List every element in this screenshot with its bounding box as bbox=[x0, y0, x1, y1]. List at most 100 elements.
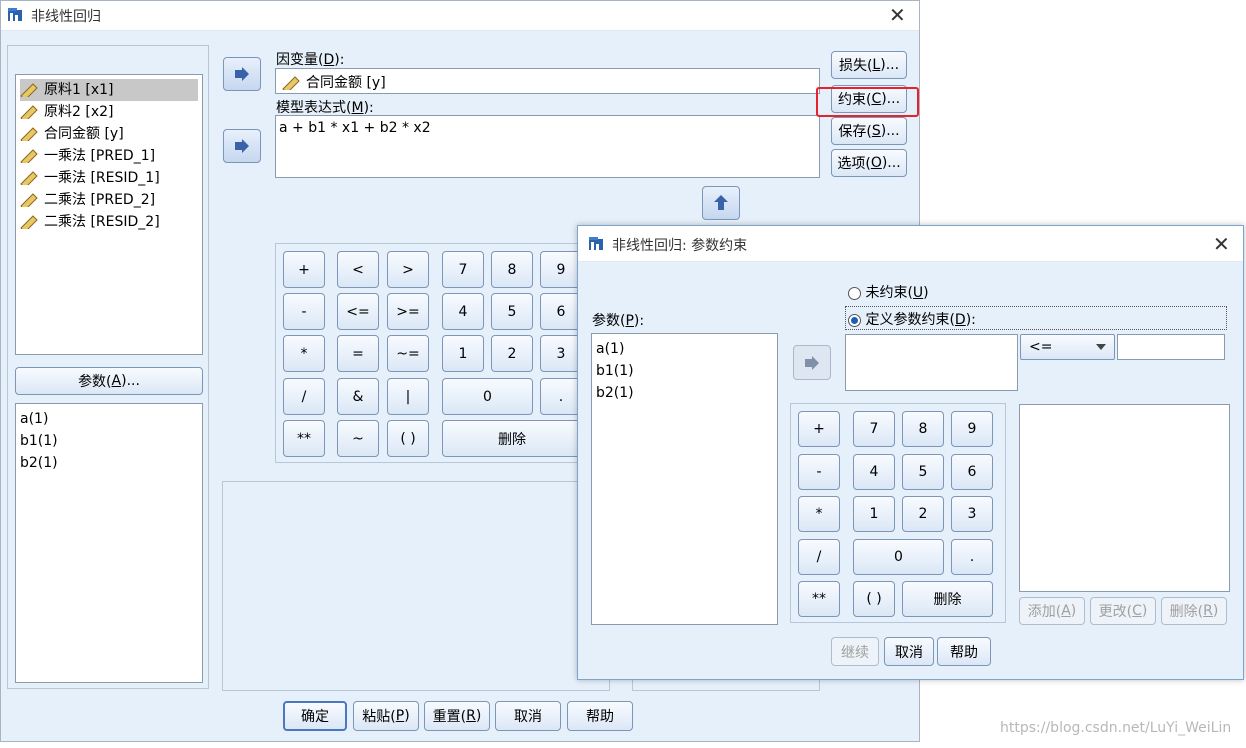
right-arrow-icon bbox=[235, 67, 249, 81]
radio-unconstrained-circle[interactable] bbox=[848, 286, 861, 300]
variable-item[interactable]: 原料2 [x2] bbox=[20, 101, 198, 123]
keypad-key[interactable]: ** bbox=[283, 420, 325, 457]
dialog-cancel-button[interactable]: 取消 bbox=[884, 637, 934, 666]
keypad-key[interactable]: 3 bbox=[540, 335, 582, 372]
keypad-key[interactable]: 2 bbox=[902, 496, 944, 532]
params-button[interactable]: 参数(A)... bbox=[15, 367, 203, 395]
parameter-item[interactable]: a(1) bbox=[20, 408, 198, 430]
constraint-value-input[interactable] bbox=[1117, 334, 1225, 360]
ok-button[interactable]: 确定 bbox=[283, 701, 347, 731]
move-to-dependent-button[interactable] bbox=[223, 57, 261, 91]
main-titlebar: 非线性回归 ✕ bbox=[1, 1, 919, 31]
loss-button[interactable]: 损失(L)... bbox=[831, 51, 907, 79]
radio-define-circle[interactable] bbox=[848, 313, 861, 327]
keypad-key[interactable]: 6 bbox=[540, 293, 582, 330]
keypad-key[interactable]: ** bbox=[798, 581, 840, 617]
variable-item[interactable]: 一乘法 [RESID_1] bbox=[20, 167, 198, 189]
keypad-key[interactable]: * bbox=[283, 335, 325, 372]
continue-button[interactable]: 继续 bbox=[831, 637, 879, 666]
ruler-icon bbox=[20, 215, 38, 229]
variable-label: 合同金额 [y] bbox=[44, 126, 124, 142]
keypad-key[interactable]: 9 bbox=[540, 251, 582, 288]
keypad-key[interactable]: - bbox=[798, 454, 840, 490]
keypad-key[interactable]: 3 bbox=[951, 496, 993, 532]
radio-unconstrained[interactable]: 未约束(U) bbox=[848, 282, 929, 302]
keypad-key[interactable]: 8 bbox=[902, 411, 944, 447]
keypad-key[interactable]: = bbox=[337, 335, 379, 372]
keypad-key[interactable]: 删除 bbox=[442, 420, 582, 457]
variable-item[interactable]: 原料1 [x1] bbox=[20, 79, 198, 101]
keypad-key[interactable]: & bbox=[337, 378, 379, 415]
move-up-button[interactable] bbox=[702, 186, 740, 220]
parameter-item[interactable]: b2(1) bbox=[596, 382, 773, 404]
keypad-key[interactable]: . bbox=[951, 539, 993, 575]
keypad-key[interactable]: 9 bbox=[951, 411, 993, 447]
keypad-key[interactable]: 4 bbox=[442, 293, 484, 330]
move-to-expression-button[interactable] bbox=[223, 129, 261, 163]
keypad-key[interactable]: 1 bbox=[853, 496, 895, 532]
variable-item[interactable]: 二乘法 [RESID_2] bbox=[20, 211, 198, 233]
variable-item[interactable]: 一乘法 [PRED_1] bbox=[20, 145, 198, 167]
variable-item[interactable]: 合同金额 [y] bbox=[20, 123, 198, 145]
parameter-item[interactable]: a(1) bbox=[596, 338, 773, 360]
remove-constraint-button[interactable]: 删除(R) bbox=[1161, 597, 1227, 625]
keypad-key[interactable]: - bbox=[283, 293, 325, 330]
keypad-key[interactable]: ~= bbox=[387, 335, 429, 372]
change-constraint-button[interactable]: 更改(C) bbox=[1090, 597, 1156, 625]
keypad-key[interactable]: ( ) bbox=[853, 581, 895, 617]
help-button[interactable]: 帮助 bbox=[567, 701, 633, 731]
keypad-key[interactable]: + bbox=[283, 251, 325, 288]
keypad-key[interactable]: . bbox=[540, 378, 582, 415]
keypad-key[interactable]: ( ) bbox=[387, 420, 429, 457]
close-icon[interactable]: ✕ bbox=[1213, 234, 1230, 254]
parameter-list[interactable]: a(1) b1(1) b2(1) bbox=[15, 403, 203, 683]
keypad-key[interactable]: 6 bbox=[951, 454, 993, 490]
radio-define-constraints[interactable]: 定义参数约束(D): bbox=[848, 309, 976, 329]
parameter-item[interactable]: b2(1) bbox=[20, 452, 198, 474]
keypad-key[interactable]: 7 bbox=[853, 411, 895, 447]
chevron-down-icon bbox=[1096, 344, 1106, 350]
keypad-key[interactable]: <= bbox=[337, 293, 379, 330]
parameter-item[interactable]: b1(1) bbox=[596, 360, 773, 382]
close-icon[interactable]: ✕ bbox=[889, 5, 906, 25]
ruler-icon bbox=[20, 83, 38, 97]
keypad-key[interactable]: | bbox=[387, 378, 429, 415]
keypad-key[interactable]: 1 bbox=[442, 335, 484, 372]
options-button[interactable]: 选项(O)... bbox=[831, 149, 907, 177]
reset-button[interactable]: 重置(R) bbox=[424, 701, 490, 731]
keypad-key[interactable]: ~ bbox=[337, 420, 379, 457]
variable-item[interactable]: 二乘法 [PRED_2] bbox=[20, 189, 198, 211]
keypad-key[interactable]: 0 bbox=[853, 539, 944, 575]
keypad-key[interactable]: / bbox=[798, 539, 840, 575]
keypad-key[interactable]: 5 bbox=[902, 454, 944, 490]
keypad-key[interactable]: < bbox=[337, 251, 379, 288]
keypad-key[interactable]: >= bbox=[387, 293, 429, 330]
dialog-parameter-list[interactable]: a(1) b1(1) b2(1) bbox=[591, 333, 778, 625]
keypad-key[interactable]: 4 bbox=[853, 454, 895, 490]
parameter-item[interactable]: b1(1) bbox=[20, 430, 198, 452]
dependent-field[interactable]: 合同金额 [y] bbox=[275, 68, 820, 94]
ruler-icon bbox=[20, 105, 38, 119]
keypad-key[interactable]: > bbox=[387, 251, 429, 288]
constraint-expression-field[interactable] bbox=[845, 334, 1018, 391]
keypad-key[interactable]: 0 bbox=[442, 378, 533, 415]
constraint-list[interactable] bbox=[1019, 404, 1230, 592]
operator-select[interactable]: <= bbox=[1020, 334, 1115, 360]
model-expression-field[interactable]: a + b1 * x1 + b2 * x2 bbox=[275, 115, 820, 178]
dependent-value: 合同金额 [y] bbox=[306, 75, 386, 91]
dialog-help-button[interactable]: 帮助 bbox=[937, 637, 991, 666]
variable-list[interactable]: 原料1 [x1] 原料2 [x2] 合同金额 [y] 一乘法 [PRED_1] 一乘法 … bbox=[15, 74, 203, 355]
keypad-key[interactable]: 8 bbox=[491, 251, 533, 288]
cancel-button[interactable]: 取消 bbox=[495, 701, 561, 731]
add-constraint-button[interactable]: 添加(A) bbox=[1019, 597, 1085, 625]
keypad-key[interactable]: 7 bbox=[442, 251, 484, 288]
keypad-key[interactable]: 删除 bbox=[902, 581, 993, 617]
keypad-key[interactable]: * bbox=[798, 496, 840, 532]
paste-button[interactable]: 粘贴(P) bbox=[353, 701, 419, 731]
keypad-key[interactable]: 2 bbox=[491, 335, 533, 372]
keypad-key[interactable]: + bbox=[798, 411, 840, 447]
keypad-key[interactable]: 5 bbox=[491, 293, 533, 330]
keypad-key[interactable]: / bbox=[283, 378, 325, 415]
save-button[interactable]: 保存(S)... bbox=[831, 117, 907, 145]
move-param-button[interactable] bbox=[793, 345, 831, 380]
